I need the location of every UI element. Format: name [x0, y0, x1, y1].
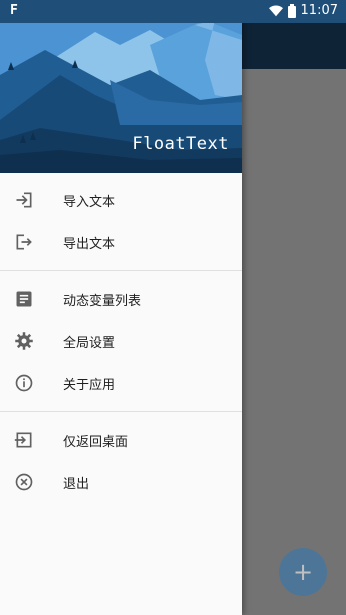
menu-item-label: 全局设置: [63, 335, 116, 351]
menu-item-label: 仅返回桌面: [63, 434, 129, 450]
drawer-header-title: FloatText: [132, 134, 229, 154]
menu-item-dynamic-variables[interactable]: 动态变量列表: [0, 278, 242, 320]
status-indicators: 11:07: [268, 3, 338, 18]
menu-item-label: 动态变量列表: [63, 293, 142, 309]
app-notification-icon: F: [10, 3, 18, 18]
menu-item-label: 退出: [63, 476, 90, 492]
menu-item-label: 导入文本: [63, 194, 116, 210]
wifi-icon: [268, 4, 283, 16]
menu-item-label: 导出文本: [63, 236, 116, 252]
add-fab-button[interactable]: +: [279, 548, 327, 596]
gear-icon: [15, 332, 33, 350]
clock: 11:07: [300, 3, 338, 18]
status-bar: F 11:07: [0, 0, 346, 23]
info-icon: [15, 374, 33, 392]
menu-item-export-text[interactable]: 导出文本: [0, 221, 242, 263]
drawer-header: FloatText: [0, 0, 242, 173]
menu-item-import-text[interactable]: 导入文本: [0, 179, 242, 221]
menu-item-exit[interactable]: 退出: [0, 461, 242, 503]
menu-item-about[interactable]: 关于应用: [0, 362, 242, 404]
return-home-icon: [14, 432, 32, 448]
import-icon: [16, 192, 32, 208]
menu-item-label: 关于应用: [63, 377, 116, 393]
document-list-icon: [16, 291, 32, 307]
battery-icon: [287, 3, 296, 18]
menu-divider: [0, 411, 242, 412]
navigation-drawer: FloatText 导入文本 导出文本 动态变量列表 全局设置 关于应用 仅返回…: [0, 0, 242, 615]
menu-item-global-settings[interactable]: 全局设置: [0, 320, 242, 362]
export-icon: [16, 234, 32, 250]
close-circle-icon: [15, 473, 33, 491]
menu-divider: [0, 270, 242, 271]
drawer-menu: 导入文本 导出文本 动态变量列表 全局设置 关于应用 仅返回桌面 退出: [0, 173, 242, 503]
menu-item-return-home[interactable]: 仅返回桌面: [0, 419, 242, 461]
